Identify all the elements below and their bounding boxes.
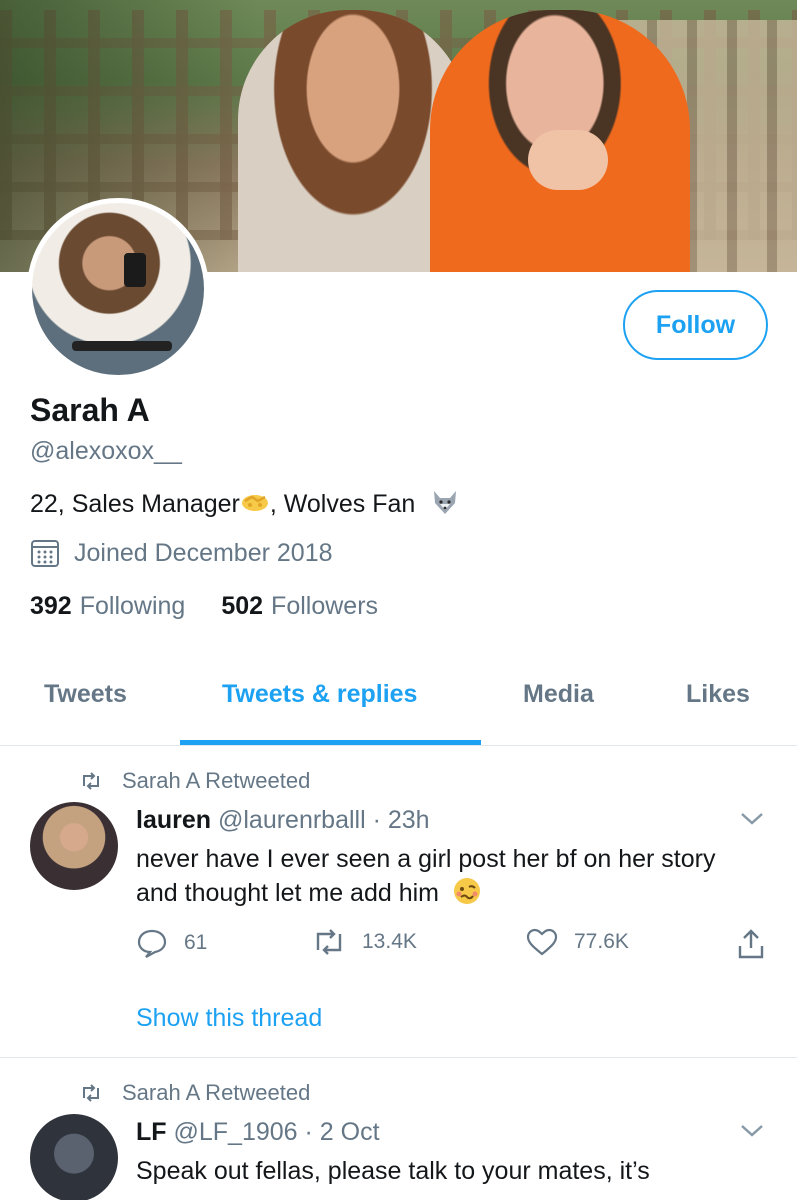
retweet-icon <box>316 929 342 955</box>
active-tab-indicator <box>180 740 481 745</box>
like-count: 77.6K <box>574 930 629 953</box>
tweet-text: Speak out fellas, please talk to your ma… <box>136 1157 650 1185</box>
joined-label: Joined December 2018 <box>74 538 333 567</box>
heart-icon <box>526 928 558 956</box>
following-label: Following <box>79 592 186 620</box>
banner-hand <box>528 130 608 190</box>
avatar-phone <box>124 253 146 287</box>
tweet-item[interactable]: Sarah A Retweeted lauren @laurenrballl ·… <box>0 746 797 1058</box>
retweet-context: Sarah A Retweeted <box>80 768 310 794</box>
profile-handle: @alexoxox__ <box>30 437 182 465</box>
tweet-author-avatar[interactable] <box>30 1114 118 1200</box>
retweet-action[interactable]: 13.4K <box>312 928 417 956</box>
tweet-meta: @LF_1906 · 2 Oct <box>173 1118 380 1146</box>
profile-bio: 22, Sales Manager , Wolves Fan <box>30 487 460 519</box>
tweet-author-name[interactable]: lauren <box>136 806 211 834</box>
tweet-header: LF @LF_1906 · 2 Oct <box>136 1118 380 1147</box>
profile-avatar[interactable] <box>27 198 209 380</box>
followers-count: 502 <box>221 592 264 620</box>
tab-media[interactable]: Media <box>523 680 594 709</box>
retweet-count: 13.4K <box>362 930 417 953</box>
tab-tweets-replies[interactable]: Tweets & replies <box>222 680 417 709</box>
retweet-icon <box>83 1084 99 1102</box>
reply-count: 61 <box>184 931 208 954</box>
tweet-item[interactable]: Sarah A Retweeted LF @LF_1906 · 2 Oct Sp… <box>0 1058 797 1200</box>
show-thread-link[interactable]: Show this thread <box>136 1004 322 1033</box>
tweet-actions: 61 13.4K 77.6K <box>136 928 776 962</box>
follow-stats: 392 Following 502 Followers <box>30 592 378 621</box>
follow-button[interactable]: Follow <box>623 290 768 360</box>
like-action[interactable]: 77.6K <box>526 928 629 956</box>
profile-name: Sarah A <box>30 392 150 428</box>
tweet-author-avatar[interactable] <box>30 802 118 890</box>
retweet-label: Sarah A Retweeted <box>122 1080 311 1105</box>
tweet-author-name[interactable]: LF <box>136 1118 167 1146</box>
retweet-icon <box>83 772 99 790</box>
followers-stat[interactable]: 502 Followers <box>221 592 378 621</box>
tweet-text-content: never have I ever seen a girl post her b… <box>136 845 716 907</box>
following-stat[interactable]: 392 Following <box>30 592 185 621</box>
chevron-down-icon[interactable] <box>738 1122 766 1140</box>
retweet-context: Sarah A Retweeted <box>80 1080 310 1106</box>
tweet-header: lauren @laurenrballl · 23h <box>136 806 430 835</box>
tweet-text: never have I ever seen a girl post her b… <box>136 842 736 910</box>
tab-tweets[interactable]: Tweets <box>44 680 127 709</box>
share-action[interactable] <box>736 928 782 960</box>
tweet-meta: @laurenrballl · 23h <box>217 806 430 834</box>
calendar-icon <box>31 540 59 567</box>
chevron-down-icon[interactable] <box>738 810 766 828</box>
reply-icon <box>137 929 167 958</box>
followers-label: Followers <box>271 592 379 620</box>
joined-date: Joined December 2018 <box>30 538 333 568</box>
share-icon <box>738 929 764 959</box>
profile-tabs: Tweets Tweets & replies Media Likes <box>0 666 797 746</box>
following-count: 392 <box>30 592 72 620</box>
handshake-emoji <box>241 495 268 511</box>
bio-text-prefix: 22, Sales Manager <box>30 490 240 518</box>
tab-likes[interactable]: Likes <box>686 680 750 709</box>
retweet-label: Sarah A Retweeted <box>122 768 311 793</box>
reply-action[interactable]: 61 <box>136 928 207 958</box>
wolf-emoji <box>434 491 457 514</box>
bio-text-suffix: , Wolves Fan <box>269 490 416 518</box>
avatar-belt <box>72 341 172 351</box>
woozy-face-emoji <box>453 878 480 904</box>
